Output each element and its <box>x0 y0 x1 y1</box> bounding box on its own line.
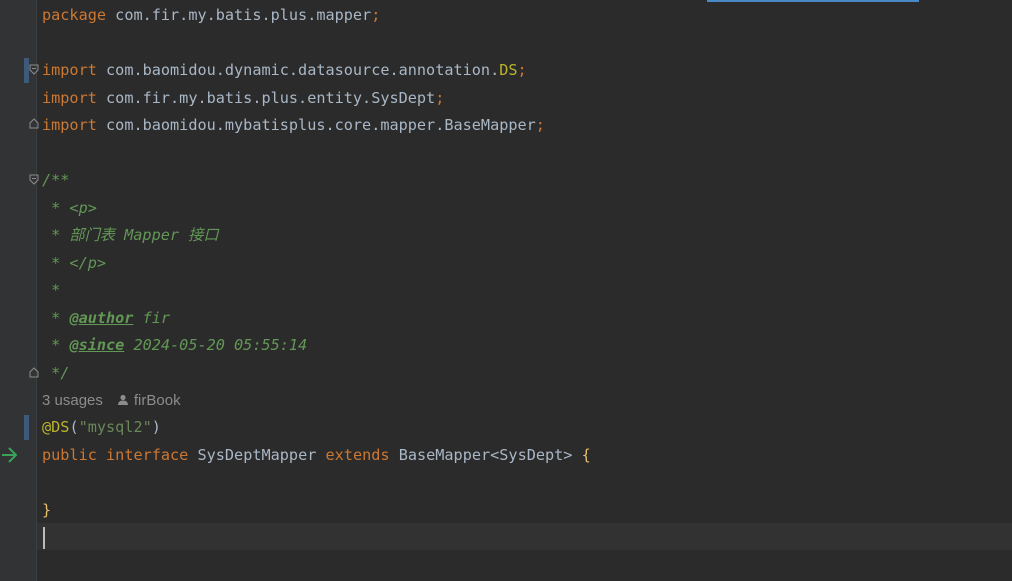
person-icon <box>117 394 128 405</box>
semicolon: ; <box>535 116 545 134</box>
doc-comment-line[interactable]: * 部门表 Mapper 接口 <box>42 222 218 249</box>
package-line[interactable]: package com.fir.my.batis.plus.mapper; <box>42 2 380 29</box>
paren: ) <box>151 418 161 436</box>
doc-prefix: * <box>42 309 70 327</box>
annotation-name: @DS <box>42 418 70 436</box>
import-line[interactable]: import com.baomidou.dynamic.datasource.a… <box>42 57 527 84</box>
doc-comment-line[interactable]: * </p> <box>42 250 106 277</box>
doc-comment-close[interactable]: */ <box>42 360 69 387</box>
open-brace: { <box>581 446 591 464</box>
doc-prefix: * <box>42 336 70 354</box>
generic-type: SysDept <box>499 446 564 464</box>
paren: ( <box>69 418 79 436</box>
annotation-line[interactable]: @DS("mysql2") <box>42 414 161 441</box>
doc-author-line[interactable]: * @author fir <box>42 305 170 332</box>
implementation-arrow-icon[interactable] <box>0 445 20 465</box>
since-value: 2024-05-20 05:55:14 <box>124 336 308 354</box>
generic-bracket: < <box>490 446 500 464</box>
base-class-name: BaseMapper <box>398 446 491 464</box>
doc-comment-line[interactable]: * <p> <box>42 195 97 222</box>
import-line[interactable]: import com.fir.my.batis.plus.entity.SysD… <box>42 85 444 112</box>
code-vision-hints: 3 usages firBook <box>42 387 181 414</box>
import-annotation-name: DS <box>499 61 518 79</box>
editor-gutter[interactable] <box>0 0 39 581</box>
import-line[interactable]: import com.baomidou.mybatisplus.core.map… <box>42 112 545 139</box>
doc-comment-open[interactable]: /** <box>42 167 69 194</box>
change-marker[interactable] <box>24 415 29 440</box>
semicolon: ; <box>517 61 527 79</box>
semicolon: ; <box>371 6 381 24</box>
import-path: com.baomidou.mybatisplus.core.mapper.Bas… <box>106 116 536 134</box>
doc-comment-line[interactable]: * <box>42 277 60 304</box>
public-keyword: public <box>42 446 97 464</box>
close-brace: } <box>42 501 52 519</box>
scroll-indicator <box>707 0 919 2</box>
closing-brace-line[interactable]: } <box>42 497 51 524</box>
text-caret <box>43 527 45 549</box>
import-keyword: import <box>42 116 97 134</box>
import-keyword: import <box>42 89 97 107</box>
generic-bracket: > <box>563 446 573 464</box>
package-keyword: package <box>42 6 107 24</box>
current-line-highlight <box>37 523 1012 550</box>
package-name: com.fir.my.batis.plus.mapper <box>115 6 372 24</box>
usages-link[interactable]: 3 usages <box>42 392 103 409</box>
code-editor[interactable]: package com.fir.my.batis.plus.mapper; im… <box>37 0 1012 581</box>
import-path: com.fir.my.batis.plus.entity.SysDept <box>106 89 436 107</box>
import-keyword: import <box>42 61 97 79</box>
author-value: fir <box>133 309 171 327</box>
interface-keyword: interface <box>106 446 189 464</box>
doc-since-line[interactable]: * @since 2024-05-20 05:55:14 <box>42 332 307 359</box>
semicolon: ; <box>435 89 445 107</box>
annotation-value: "mysql2" <box>78 418 152 436</box>
author-hint[interactable]: firBook <box>117 392 181 409</box>
author-hint-label: firBook <box>133 392 181 409</box>
since-tag[interactable]: @since <box>69 336 124 354</box>
import-path: com.baomidou.dynamic.datasource.annotati… <box>106 61 500 79</box>
author-tag[interactable]: @author <box>69 309 133 327</box>
interface-name: SysDeptMapper <box>197 446 317 464</box>
interface-declaration-line[interactable]: public interface SysDeptMapper extends B… <box>42 442 591 469</box>
extends-keyword: extends <box>325 446 390 464</box>
